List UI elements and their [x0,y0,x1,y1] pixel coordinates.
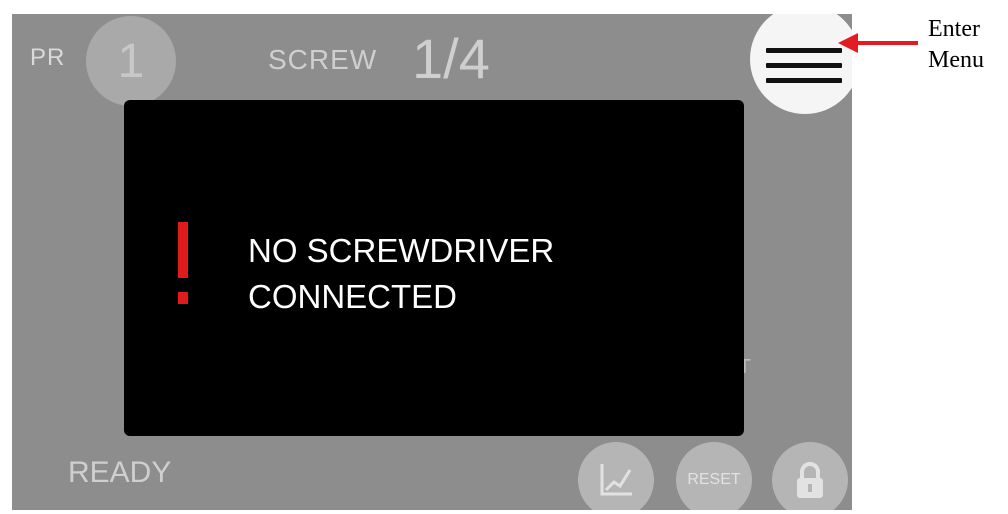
device-screen: PR 1 SCREW 1/4 SET READY RESET NO SCRE [12,14,852,510]
lock-icon [797,462,823,498]
chart-button[interactable] [578,442,654,510]
reset-button[interactable]: RESET [676,442,752,510]
hamburger-menu-icon [766,48,842,53]
screw-label: SCREW [268,44,378,75]
pr-label: PR [30,44,66,71]
chart-icon [600,464,632,496]
error-message: NO SCREWDRIVER CONNECTED [248,228,554,320]
annotation-line: Enter [928,16,980,42]
status-text: READY [68,456,172,489]
error-message-line: NO SCREWDRIVER [248,232,555,269]
exclamation-icon [178,222,188,304]
lock-button[interactable] [772,442,848,510]
error-message-line: CONNECTED [248,278,458,315]
reset-button-label: RESET [687,471,741,488]
pr-number: 1 [117,34,145,88]
screw-count: 1/4 [412,27,490,90]
annotation-arrow-icon [838,33,918,53]
hamburger-menu-icon [766,63,842,68]
menu-button[interactable] [750,14,852,114]
error-dialog: NO SCREWDRIVER CONNECTED [124,100,744,436]
hamburger-menu-icon [766,78,842,83]
annotation-label: Enter Menu [928,14,984,76]
annotation-line: Menu [928,47,984,73]
pr-number-button[interactable]: 1 [86,16,176,106]
